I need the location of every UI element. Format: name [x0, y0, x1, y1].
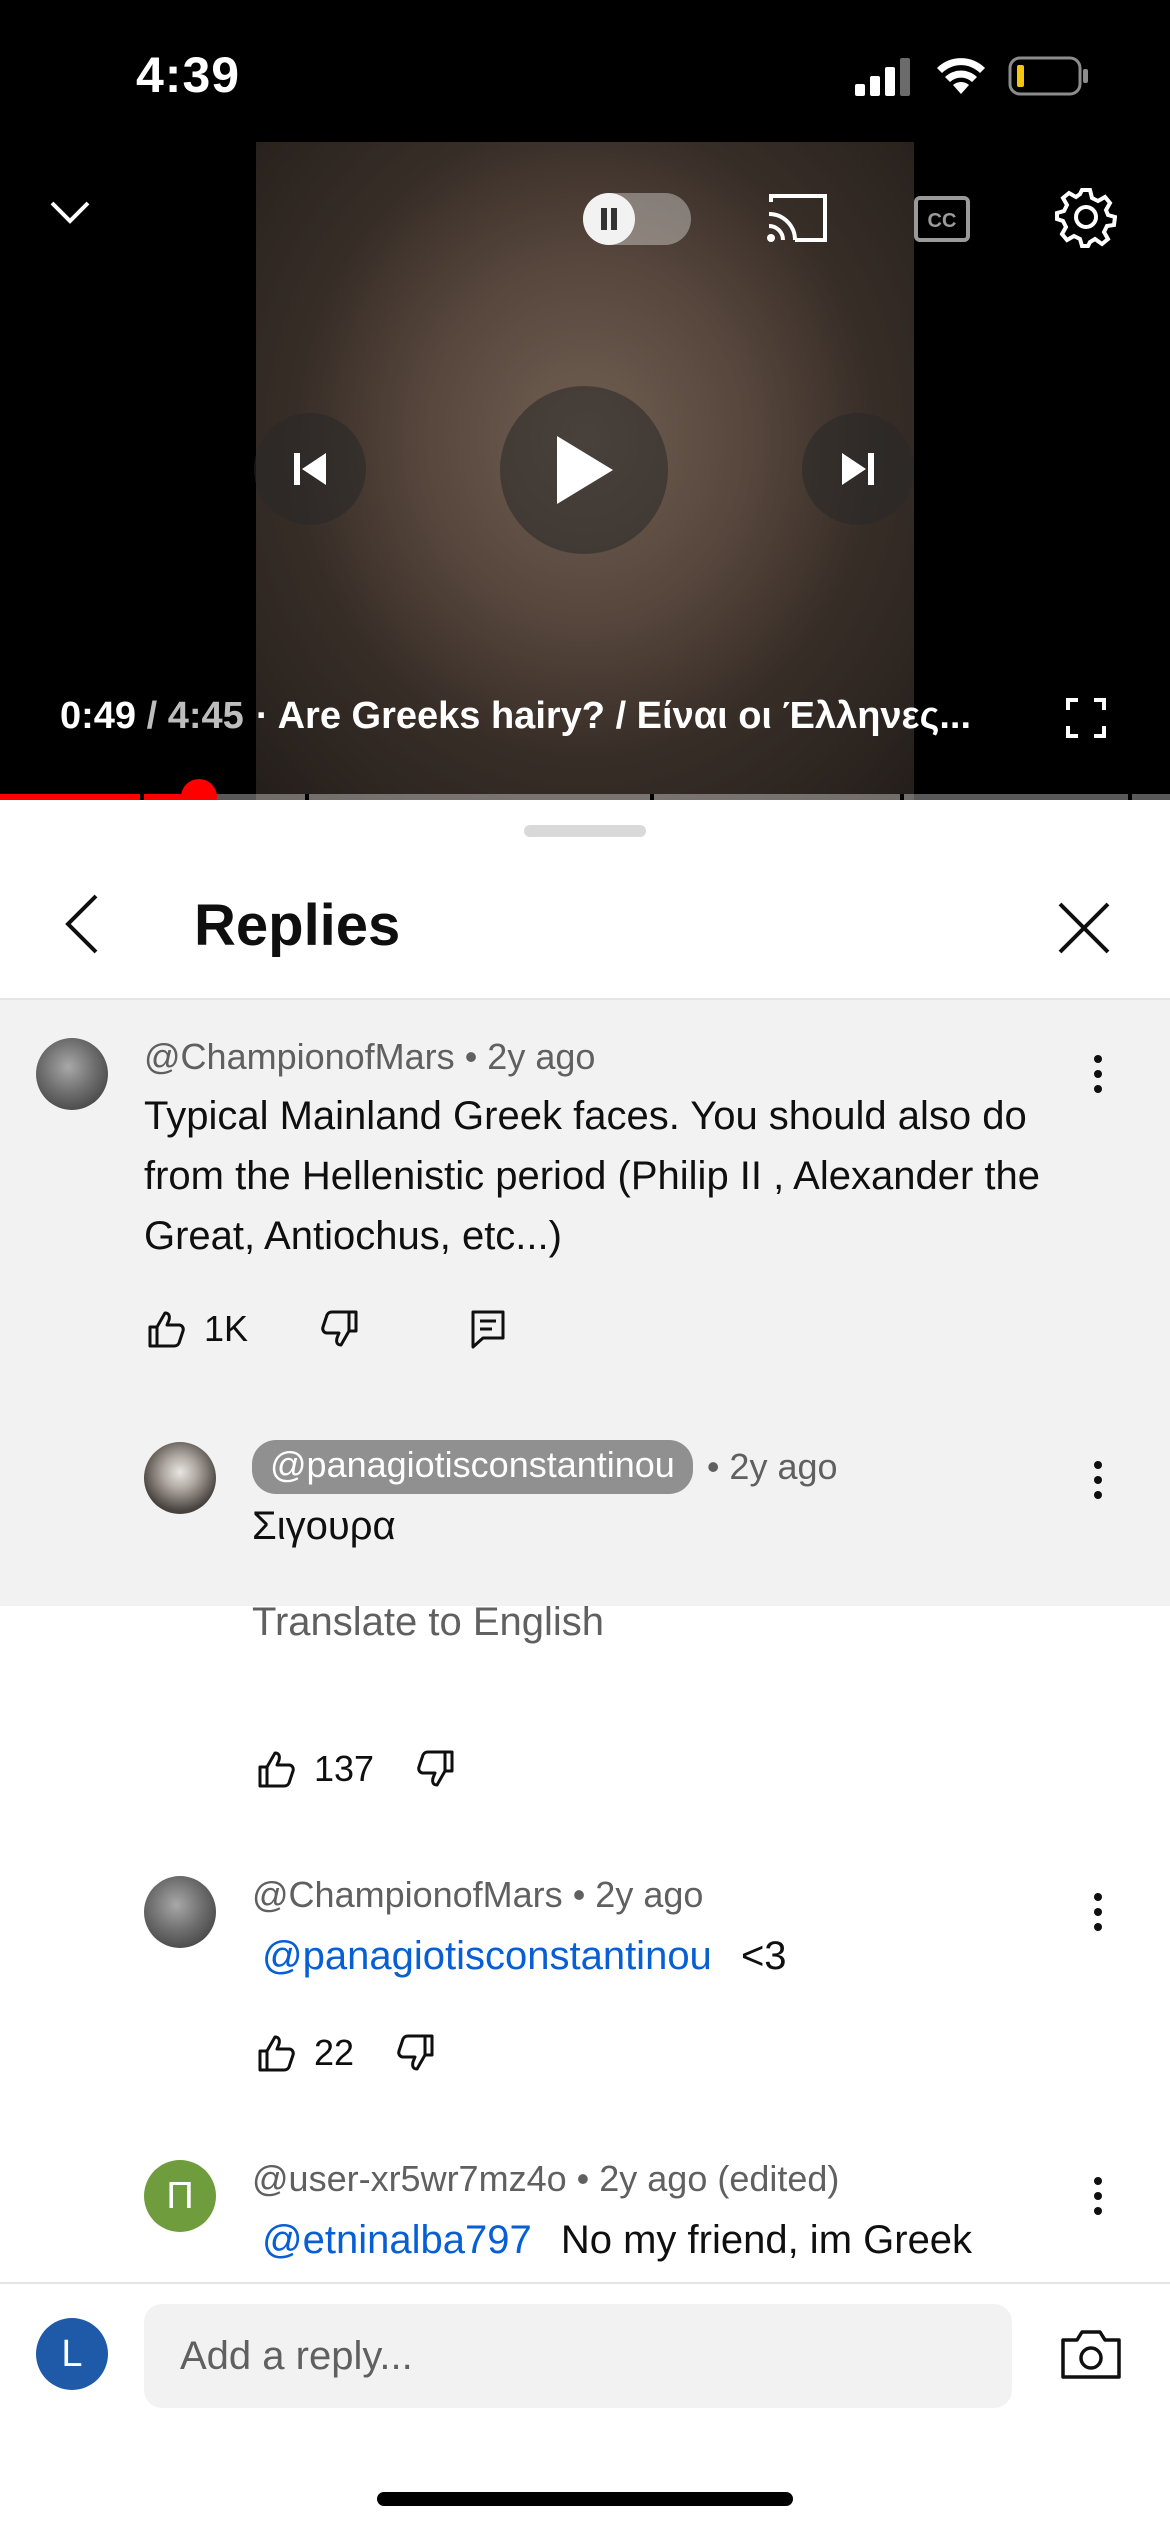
close-icon[interactable]: [1056, 900, 1112, 956]
like-count: 22: [314, 2032, 355, 2073]
comment-actions: 137: [256, 1748, 456, 1790]
user-avatar[interactable]: L: [36, 2318, 108, 2390]
replies-sheet: Replies @ChampionofMars • 2y ago Typical…: [0, 800, 1170, 2532]
divider: [0, 2282, 1170, 2284]
thumb-down-icon[interactable]: [320, 1309, 360, 1349]
video-player[interactable]: 4:39 CC 0:49 / 4:45 · Are Greeks hairy? …: [0, 0, 1170, 800]
comment-meta: @ChampionofMars • 2y ago: [144, 1036, 595, 1078]
video-duration: 4:45: [167, 694, 244, 737]
autoplay-toggle[interactable]: [583, 193, 691, 245]
thumb-down-icon[interactable]: [396, 2033, 436, 2073]
comment-meta: @ChampionofMars • 2y ago: [252, 1874, 703, 1916]
avatar-letter: П: [166, 2174, 194, 2217]
next-icon: [842, 453, 874, 485]
user-avatar-letter: L: [61, 2332, 83, 2375]
more-options-icon[interactable]: [1088, 1054, 1108, 1094]
comment-author-chip[interactable]: @panagiotisconstantinou: [252, 1440, 693, 1494]
thumb-down-icon[interactable]: [416, 1749, 456, 1789]
status-bar: 4:39: [0, 0, 1170, 150]
comment-age: • 2y ago (edited): [576, 2158, 840, 2199]
more-options-icon[interactable]: [1088, 1892, 1108, 1932]
gear-icon[interactable]: [1055, 186, 1117, 248]
time-separator: /: [136, 695, 168, 738]
thumb-up-icon[interactable]: [256, 1749, 296, 1789]
play-icon: [557, 436, 613, 504]
reply-text: <3: [740, 1934, 787, 1978]
comment-age: • 2y ago: [464, 1036, 596, 1077]
back-arrow-icon[interactable]: [62, 892, 102, 956]
comment-text: @etninalba797 No my friend, im Greek: [262, 2210, 972, 2270]
time-and-title: 0:49 / 4:45 · Are Greeks hairy? / Είναι …: [60, 690, 971, 742]
wifi-icon: [937, 58, 985, 94]
like-count: 137: [314, 1748, 375, 1789]
sheet-title: Replies: [194, 893, 401, 958]
reply-icon[interactable]: [470, 1309, 506, 1349]
drag-handle[interactable]: [524, 825, 646, 837]
comment-age: • 2y ago: [572, 1874, 704, 1915]
pause-icon: [601, 208, 617, 230]
comment-age: • 2y ago: [706, 1446, 838, 1487]
cc-icon[interactable]: CC: [914, 196, 970, 242]
thumb-up-icon[interactable]: [146, 1309, 186, 1349]
cast-icon[interactable]: [765, 192, 829, 244]
battery-icon: [1008, 56, 1088, 96]
comment-meta: @user-xr5wr7mz4o • 2y ago (edited): [252, 2158, 839, 2200]
avatar[interactable]: П: [144, 2160, 216, 2232]
mention-link[interactable]: @etninalba797: [262, 2218, 532, 2262]
video-title[interactable]: · Are Greeks hairy? / Είναι οι Έλληνες..…: [256, 695, 971, 738]
play-button[interactable]: [500, 386, 668, 554]
previous-icon: [294, 453, 326, 485]
comment-text: @panagiotisconstantinou <3: [262, 1926, 787, 1986]
comment-author[interactable]: @user-xr5wr7mz4o: [252, 2158, 567, 2199]
avatar[interactable]: [144, 1876, 216, 1948]
svg-text:CC: CC: [928, 210, 957, 232]
thumb-up-icon[interactable]: [256, 2033, 296, 2073]
camera-icon[interactable]: [1060, 2328, 1122, 2380]
more-options-icon[interactable]: [1088, 2176, 1108, 2216]
comment-actions: 22: [256, 2032, 436, 2074]
cellular-signal-icon: [855, 58, 910, 96]
chevron-down-icon[interactable]: [48, 198, 92, 226]
reply-input[interactable]: [144, 2304, 1012, 2408]
status-time: 4:39: [136, 47, 241, 103]
reply-text: No my friend, im Greek: [560, 2218, 973, 2262]
next-video-button[interactable]: [802, 413, 914, 525]
translate-link[interactable]: Translate to English: [252, 1600, 604, 1645]
comment-text: Σιγουρα: [252, 1504, 396, 1548]
comment-meta: @panagiotisconstantinou • 2y ago: [252, 1440, 838, 1494]
current-time: 0:49: [60, 694, 137, 737]
comment-author[interactable]: @ChampionofMars: [252, 1874, 563, 1915]
more-options-icon[interactable]: [1088, 1460, 1108, 1500]
comment-actions: 1K: [146, 1308, 506, 1350]
previous-video-button[interactable]: [254, 413, 366, 525]
parent-comment: @ChampionofMars • 2y ago Typical Mainlan…: [0, 1000, 1170, 1606]
comment-author[interactable]: @ChampionofMars: [144, 1036, 455, 1077]
fullscreen-icon[interactable]: [1066, 698, 1106, 738]
autoplay-knob: [583, 193, 635, 245]
mention-link[interactable]: @panagiotisconstantinou: [262, 1934, 712, 1978]
home-indicator: [377, 2492, 793, 2506]
comment-text: Typical Mainland Greek faces. You should…: [144, 1094, 1040, 1258]
avatar[interactable]: [144, 1442, 216, 1514]
separator-text: /: [146, 694, 158, 737]
avatar[interactable]: [36, 1038, 108, 1110]
like-count: 1K: [204, 1308, 249, 1349]
